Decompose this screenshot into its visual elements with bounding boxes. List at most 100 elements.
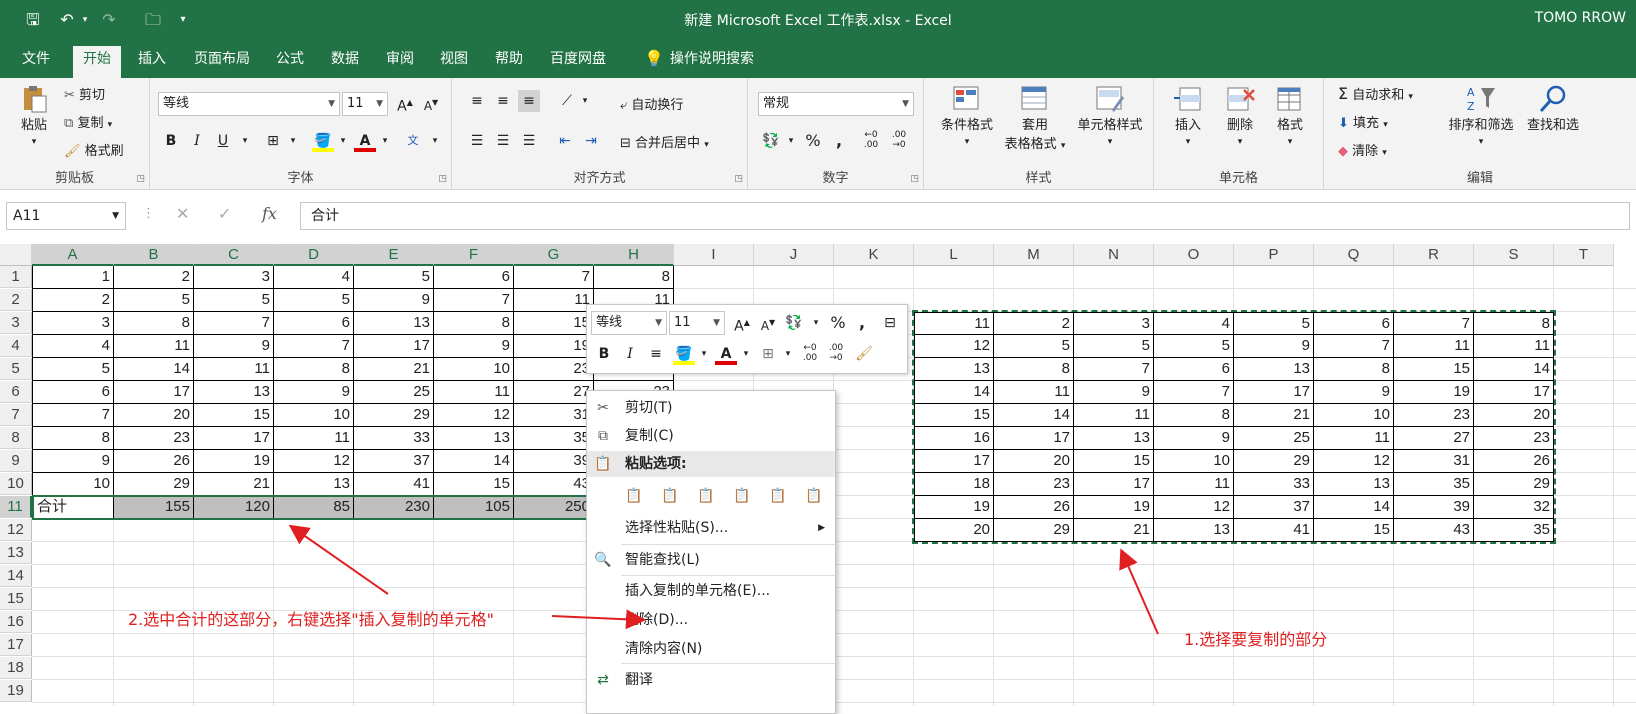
tab-home[interactable]: 开始 bbox=[73, 46, 121, 78]
table-cell[interactable]: 18 bbox=[914, 473, 994, 496]
column-header-G[interactable]: G bbox=[514, 244, 594, 266]
table-cell[interactable]: 17 bbox=[354, 335, 434, 358]
row-header-7[interactable]: 7 bbox=[0, 404, 32, 426]
paste-transpose-icon[interactable]: 📋 bbox=[731, 485, 753, 507]
table-cell[interactable]: 13 bbox=[1314, 473, 1394, 496]
table-cell[interactable]: 5 bbox=[354, 266, 434, 289]
table-cell[interactable]: 13 bbox=[434, 427, 514, 450]
table-cell[interactable]: 11 bbox=[114, 335, 194, 358]
table-cell[interactable]: 14 bbox=[434, 450, 514, 473]
table-cell[interactable]: 25 bbox=[1234, 427, 1314, 450]
table-cell[interactable]: 14 bbox=[1314, 496, 1394, 519]
table-cell[interactable]: 17 bbox=[914, 450, 994, 473]
table-cell[interactable]: 合计 bbox=[32, 496, 114, 519]
column-header-B[interactable]: B bbox=[114, 244, 194, 266]
fill-dropdown-icon[interactable]: ▾ bbox=[332, 130, 354, 152]
table-cell[interactable]: 5 bbox=[274, 289, 354, 312]
cut-button[interactable]: ✂ 剪切 bbox=[64, 84, 105, 103]
table-cell[interactable]: 11 bbox=[914, 312, 994, 335]
tab-view[interactable]: 视图 bbox=[430, 46, 478, 78]
table-cell[interactable]: 11 bbox=[1394, 335, 1474, 358]
align-left-icon[interactable]: ☰ bbox=[466, 130, 488, 152]
formula-input[interactable]: 合计 bbox=[300, 202, 1630, 230]
table-cell[interactable]: 15 bbox=[914, 404, 994, 427]
table-cell[interactable]: 27 bbox=[1394, 427, 1474, 450]
tab-baidu[interactable]: 百度网盘 bbox=[540, 46, 616, 78]
clear-button[interactable]: ◆ 清除 ▾ bbox=[1338, 140, 1387, 159]
font-color-dropdown-icon[interactable]: ▾ bbox=[735, 343, 757, 365]
table-cell[interactable]: 1 bbox=[32, 266, 114, 289]
bold-button[interactable]: B bbox=[593, 343, 615, 365]
percent-button[interactable]: % bbox=[827, 312, 849, 334]
column-header-P[interactable]: P bbox=[1234, 244, 1314, 266]
fill-button[interactable]: ⬇ 填充 ▾ bbox=[1338, 112, 1388, 131]
table-cell[interactable]: 23 bbox=[114, 427, 194, 450]
row-header-8[interactable]: 8 bbox=[0, 427, 32, 449]
dialog-launcher-icon[interactable]: ◳ bbox=[136, 174, 145, 184]
table-cell[interactable]: 21 bbox=[1074, 519, 1154, 542]
table-cell[interactable]: 35 bbox=[1474, 519, 1554, 542]
select-all-corner[interactable] bbox=[0, 244, 32, 266]
table-cell[interactable]: 10 bbox=[32, 473, 114, 496]
merge-icon[interactable]: ⊟ bbox=[879, 312, 901, 334]
comma-button[interactable]: , bbox=[851, 312, 873, 334]
decrease-font-icon[interactable]: A▼ bbox=[420, 92, 442, 114]
table-cell[interactable]: 8 bbox=[1154, 404, 1234, 427]
table-cell[interactable]: 9 bbox=[1234, 335, 1314, 358]
table-cell[interactable]: 41 bbox=[1234, 519, 1314, 542]
table-cell[interactable]: 11 bbox=[1074, 404, 1154, 427]
table-cell[interactable]: 19 bbox=[194, 450, 274, 473]
tab-file[interactable]: 文件 bbox=[12, 46, 60, 78]
orientation-dropdown-icon[interactable]: ▾ bbox=[574, 90, 596, 112]
table-cell[interactable]: 20 bbox=[1474, 404, 1554, 427]
row-header-15[interactable]: 15 bbox=[0, 588, 32, 610]
table-cell[interactable]: 12 bbox=[434, 404, 514, 427]
menu-item-insert-copied[interactable]: 插入复制的单元格(E)... bbox=[587, 578, 835, 604]
table-cell[interactable]: 8 bbox=[1474, 312, 1554, 335]
mini-font-combo[interactable]: 等线 ▼ bbox=[591, 311, 667, 335]
paste-values-icon[interactable]: 📋 bbox=[659, 485, 681, 507]
table-cell[interactable]: 11 bbox=[1474, 335, 1554, 358]
table-cell[interactable]: 11 bbox=[1314, 427, 1394, 450]
table-cell[interactable]: 14 bbox=[914, 381, 994, 404]
row-header-9[interactable]: 9 bbox=[0, 450, 32, 472]
enter-icon[interactable]: ✓ bbox=[218, 204, 231, 223]
table-cell[interactable]: 17 bbox=[1234, 381, 1314, 404]
table-cell[interactable]: 13 bbox=[1074, 427, 1154, 450]
column-header-E[interactable]: E bbox=[354, 244, 434, 266]
table-cell[interactable]: 32 bbox=[1474, 496, 1554, 519]
table-cell[interactable]: 7 bbox=[434, 289, 514, 312]
font-color-icon[interactable]: A bbox=[715, 343, 737, 365]
table-cell[interactable]: 15 bbox=[1394, 358, 1474, 381]
table-cell[interactable]: 23 bbox=[1394, 404, 1474, 427]
table-cell[interactable]: 13 bbox=[194, 381, 274, 404]
table-cell[interactable]: 15 bbox=[514, 312, 594, 335]
table-cell[interactable]: 5 bbox=[194, 289, 274, 312]
tab-page-layout[interactable]: 页面布局 bbox=[184, 46, 260, 78]
table-cell[interactable]: 43 bbox=[1394, 519, 1474, 542]
tab-data[interactable]: 数据 bbox=[321, 46, 369, 78]
conditional-format-button[interactable]: 条件格式 ▾ bbox=[934, 84, 1000, 148]
borders-dropdown-icon[interactable]: ▾ bbox=[282, 130, 304, 152]
table-cell[interactable]: 6 bbox=[1314, 312, 1394, 335]
row-header-13[interactable]: 13 bbox=[0, 542, 32, 564]
table-cell[interactable]: 8 bbox=[114, 312, 194, 335]
decrease-font-icon[interactable]: A▼ bbox=[757, 312, 779, 334]
row-header-1[interactable]: 1 bbox=[0, 266, 32, 288]
table-cell[interactable]: 7 bbox=[1074, 358, 1154, 381]
table-cell[interactable]: 11 bbox=[514, 289, 594, 312]
tell-me-search[interactable]: 操作说明搜索 bbox=[660, 46, 764, 78]
table-cell[interactable]: 11 bbox=[194, 358, 274, 381]
table-cell[interactable]: 17 bbox=[1074, 473, 1154, 496]
table-cell[interactable]: 3 bbox=[194, 266, 274, 289]
table-cell[interactable]: 16 bbox=[914, 427, 994, 450]
format-painter-button[interactable]: 🖌 格式刷 bbox=[64, 140, 124, 159]
decrease-decimal-icon[interactable]: .00 →0 bbox=[888, 130, 910, 152]
row-header-17[interactable]: 17 bbox=[0, 634, 32, 656]
table-cell[interactable]: 105 bbox=[434, 496, 514, 519]
table-cell[interactable]: 2 bbox=[114, 266, 194, 289]
cell-styles-button[interactable]: 单元格样式 ▾ bbox=[1070, 84, 1150, 148]
menu-item-smart-lookup[interactable]: 🔍 智能查找(L) bbox=[587, 547, 835, 573]
align-top-icon[interactable]: ≡ bbox=[466, 90, 488, 112]
menu-item-translate[interactable]: ⇄ 翻译 bbox=[587, 667, 835, 693]
